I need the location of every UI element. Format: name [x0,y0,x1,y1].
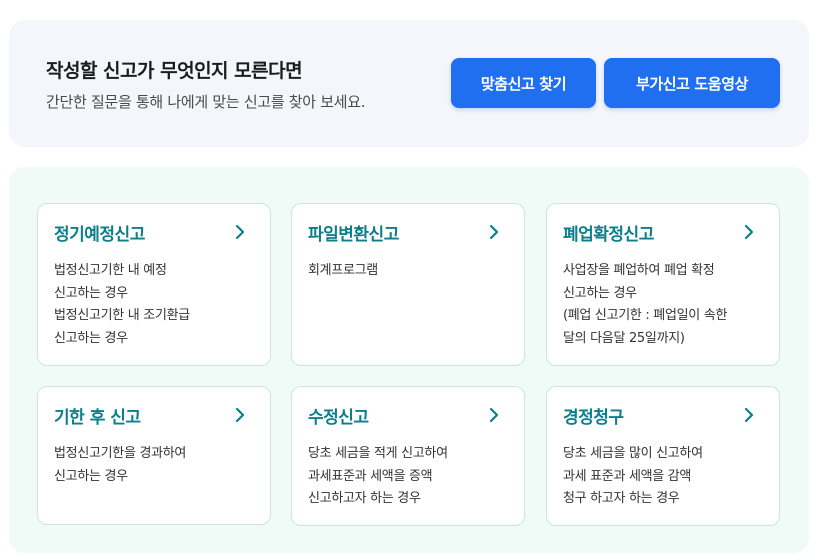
card-description-line: 법정신고기한 내 조기환급 [54,308,190,323]
card-title: 정기예정신고 [54,225,145,245]
card-description-line: 신고하는 경우 [54,330,128,346]
card-description-line: 청구 하고자 하는 경우 [563,491,680,506]
card-description-line: 신고하는 경우 [563,285,637,301]
card-description: 사업장을 폐업하여 폐업 확정 신고하는 경우 (폐업 신고기한 : 폐업일이 … [563,260,727,350]
card-description-line: 당초 세금을 많이 신고하여 [563,446,703,461]
card-title: 폐업확정신고 [563,225,654,245]
card-description-line: 신고하고자 하는 경우 [308,491,421,506]
card-description-line: 달의 다음달 25일까지) [563,330,685,346]
banner-title: 작성할 신고가 무엇인지 모른다면 [46,60,303,82]
report-type-panel: 정기예정신고 법정신고기한 내 예정 신고하는 경우 법정신고기한 내 조기환급… [9,167,809,553]
chevron-right-icon [235,407,245,423]
card-description-line: 당초 세금을 적게 신고하여 [308,446,448,461]
card-description-line: 신고하는 경우 [54,285,128,301]
card-title: 기한 후 신고 [54,408,141,428]
card-description: 법정신고기한 내 예정 신고하는 경우 법정신고기한 내 조기환급 신고하는 경… [54,260,190,350]
card-description-line: 법정신고기한 내 예정 [54,263,167,278]
card-description: 당초 세금을 많이 신고하여 과세 표준과 세액을 감액 청구 하고자 하는 경… [563,443,703,511]
vat-help-video-button[interactable]: 부가신고 도움영상 [604,58,780,108]
card-description-line: 법정신고기한을 경과하여 [54,446,187,461]
card-late-report[interactable]: 기한 후 신고 법정신고기한을 경과하여 신고하는 경우 [37,386,271,525]
chevron-right-icon [489,407,499,423]
card-correction-claim[interactable]: 경정청구 당초 세금을 많이 신고하여 과세 표준과 세액을 감액 청구 하고자… [546,386,780,526]
card-title: 파일변환신고 [308,225,399,245]
card-title: 수정신고 [308,408,369,428]
card-description: 법정신고기한을 경과하여 신고하는 경우 [54,443,186,488]
card-description-line: 사업장을 폐업하여 폐업 확정 [563,263,715,278]
chevron-right-icon [744,224,754,240]
card-description-line: 회계프로그램 [308,263,378,278]
card-description: 회계프로그램 [308,260,378,283]
banner-subtitle: 간단한 질문을 통해 나에게 맞는 신고를 찾아 보세요. [46,93,366,111]
card-description-line: 과세 표준과 세액을 감액 [563,468,692,484]
card-file-conversion-report[interactable]: 파일변환신고 회계프로그램 [291,203,525,366]
chevron-right-icon [235,224,245,240]
card-amended-report[interactable]: 수정신고 당초 세금을 적게 신고하여 과세표준과 세액을 증액 신고하고자 하… [291,386,525,526]
card-description-line: (폐업 신고기한 : 폐업일이 속한 [563,308,728,323]
card-regular-preliminary-report[interactable]: 정기예정신고 법정신고기한 내 예정 신고하는 경우 법정신고기한 내 조기환급… [37,203,271,366]
find-report-banner: 작성할 신고가 무엇인지 모른다면 간단한 질문을 통해 나에게 맞는 신고를 … [9,20,809,147]
card-closure-final-report[interactable]: 폐업확정신고 사업장을 폐업하여 폐업 확정 신고하는 경우 (폐업 신고기한 … [546,203,780,366]
chevron-right-icon [489,224,499,240]
custom-report-finder-button[interactable]: 맞춤신고 찾기 [451,58,596,108]
card-title: 경정청구 [563,408,624,428]
card-description-line: 과세표준과 세액을 증액 [308,468,433,484]
card-description: 당초 세금을 적게 신고하여 과세표준과 세액을 증액 신고하고자 하는 경우 [308,443,448,511]
card-description-line: 신고하는 경우 [54,468,128,484]
chevron-right-icon [744,407,754,423]
